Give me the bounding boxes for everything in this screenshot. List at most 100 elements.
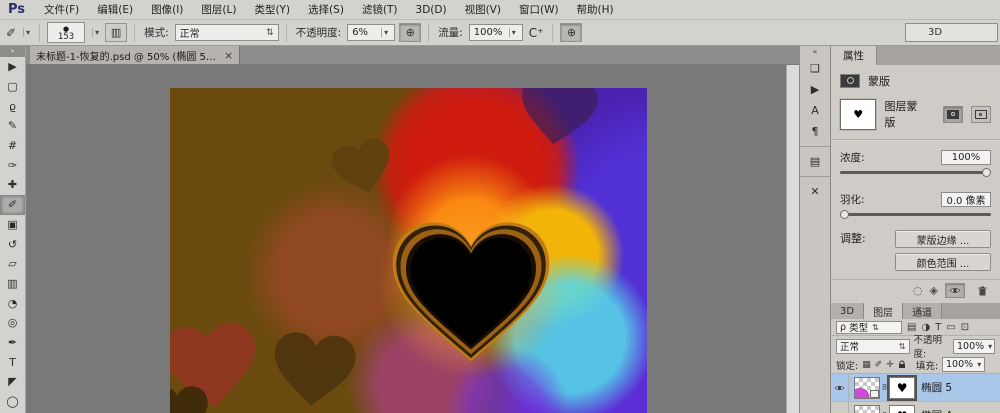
eraser-tool[interactable]: ▱ <box>0 254 25 274</box>
density-slider-knob[interactable] <box>982 168 991 177</box>
layer-mask-thumbnail[interactable]: ♥ <box>889 405 915 413</box>
layer-filter-type-combo[interactable]: ρ 类型 ⇅ <box>836 321 902 334</box>
menu-layer[interactable]: 图层(L) <box>192 2 245 17</box>
pen-tool[interactable]: ✒ <box>0 333 25 353</box>
burn-tool[interactable]: ◎ <box>0 313 25 333</box>
menu-help[interactable]: 帮助(H) <box>568 2 623 17</box>
mask-edge-button[interactable]: 蒙版边缘 ... <box>895 230 991 248</box>
healing-brush-tool[interactable]: ✚ <box>0 175 25 195</box>
toolbar-collapse-button[interactable]: » <box>0 46 25 57</box>
path-selection-tool[interactable]: ◤ <box>0 372 25 392</box>
shape-layer-filter-icon[interactable]: ▭ <box>946 322 955 333</box>
close-tab-icon[interactable]: × <box>224 49 233 62</box>
lasso-tool[interactable]: ϱ <box>0 96 25 116</box>
apply-mask-icon[interactable]: ◈ <box>930 284 938 297</box>
clone-source-panel-icon[interactable]: ▤ <box>800 151 830 172</box>
layer-thumbnail[interactable] <box>854 405 880 413</box>
opacity-combo[interactable]: 6% ▾ <box>347 24 395 41</box>
layer-mask-thumbnail[interactable]: ♥ <box>889 377 915 399</box>
flow-combo[interactable]: 100% ▾ <box>469 24 523 41</box>
tool-presets-panel-icon[interactable]: ✕ <box>800 181 830 202</box>
ellipse-tool[interactable]: ◯ <box>0 392 25 412</box>
canvas-vertical-scrollbar[interactable] <box>786 65 799 413</box>
crop-tool[interactable]: # <box>0 136 25 156</box>
type-layer-filter-icon[interactable]: T <box>935 322 941 333</box>
layer-fill-combo[interactable]: 100% ▾ <box>942 357 985 372</box>
menu-image[interactable]: 图像(I) <box>142 2 192 17</box>
menu-filter[interactable]: 滤镜(T) <box>353 2 407 17</box>
actions-panel-icon[interactable]: ▶ <box>800 79 830 100</box>
clone-stamp-tool[interactable]: ▣ <box>0 215 25 235</box>
dock-expand-button[interactable]: « <box>800 46 830 58</box>
ellipse-shape-preview <box>854 388 869 399</box>
feather-slider[interactable] <box>840 209 991 221</box>
lock-paint-icon[interactable]: ✐ <box>875 360 883 370</box>
lock-all-icon[interactable] <box>898 360 906 369</box>
select-pixel-mask-button[interactable] <box>943 106 963 123</box>
history-brush-tool[interactable]: ↺ <box>0 234 25 254</box>
layer-row-ellipse-4[interactable]: 8 ♥ 椭圆 4 <box>831 402 1000 413</box>
canvas-artwork[interactable] <box>170 88 647 413</box>
menu-3d[interactable]: 3D(D) <box>407 4 456 16</box>
tool-preset-arrow-icon[interactable]: ▾ <box>23 28 32 37</box>
blend-mode-select[interactable]: 正常 ⇅ <box>175 24 279 41</box>
pixel-layer-filter-icon[interactable]: ▤ <box>907 322 916 333</box>
document-tab[interactable]: 未标题-1-恢复的.psd @ 50% (椭圆 5, 图层蒙版/8) * × <box>30 46 240 64</box>
toggle-brush-panel-button[interactable]: ▥ <box>105 23 127 42</box>
eyedropper-tool[interactable]: ✑ <box>0 155 25 175</box>
menu-view[interactable]: 视图(V) <box>456 2 510 17</box>
lock-move-icon[interactable]: ✛ <box>886 360 894 370</box>
layer-mask-thumbnail[interactable]: ♥ <box>840 99 876 130</box>
tab-channels[interactable]: 通道 <box>903 303 942 319</box>
mask-link-icon[interactable]: 8 <box>882 383 887 392</box>
menu-file[interactable]: 文件(F) <box>35 2 88 17</box>
properties-footer: ◌ ◈ <box>831 279 1000 301</box>
character-panel-icon[interactable]: A <box>800 100 830 121</box>
layer-thumbnail[interactable] <box>854 377 880 399</box>
tab-3d[interactable]: 3D <box>831 303 864 319</box>
disable-mask-eye-button[interactable] <box>945 283 965 298</box>
menu-window[interactable]: 窗口(W) <box>510 2 568 17</box>
layer-name[interactable]: 椭圆 4 <box>921 408 952 413</box>
tab-properties[interactable]: 属性 <box>831 46 877 65</box>
type-tool[interactable]: T <box>0 352 25 372</box>
move-tool[interactable]: ▶ <box>0 57 25 77</box>
density-input[interactable]: 100% <box>941 150 991 165</box>
pressure-size-button[interactable]: ⊕ <box>560 23 582 42</box>
panel-group-tabs: 3D 图层 通道 <box>831 303 1000 319</box>
layer-blend-mode-select[interactable]: 正常 ⇅ <box>836 339 910 354</box>
quick-selection-tool[interactable]: ✎ <box>0 116 25 136</box>
pressure-opacity-button[interactable]: ⊕ <box>399 23 421 42</box>
dodge-tool[interactable]: ◔ <box>0 293 25 313</box>
density-slider[interactable] <box>840 167 991 179</box>
brush-tool[interactable]: ✐ <box>0 195 25 215</box>
feather-input[interactable]: 0.0 像素 <box>941 192 991 207</box>
delete-mask-button[interactable] <box>972 283 992 298</box>
load-selection-from-mask-icon[interactable]: ◌ <box>913 284 923 297</box>
brush-size-picker[interactable]: ● 153 <box>47 22 85 43</box>
layer-visibility-toggle[interactable] <box>831 402 849 413</box>
tab-layers[interactable]: 图层 <box>864 303 903 319</box>
layer-visibility-toggle[interactable] <box>831 374 849 401</box>
layer-name[interactable]: 椭圆 5 <box>921 380 952 395</box>
feather-slider-knob[interactable] <box>840 210 849 219</box>
brush-picker-arrow-icon[interactable]: ▾ <box>92 28 101 37</box>
lock-transparency-icon[interactable]: ▦ <box>862 360 871 370</box>
layer-opacity-combo[interactable]: 100% ▾ <box>953 339 995 354</box>
smart-object-filter-icon[interactable]: ⊡ <box>961 322 969 333</box>
brushes-panel-icon[interactable]: ❏ <box>800 58 830 79</box>
brush-tool-icon[interactable]: ✐ <box>6 26 16 40</box>
rectangular-marquee-tool[interactable]: ▢ <box>0 77 25 97</box>
workspace-switcher-button[interactable]: 3D <box>905 23 998 42</box>
filter-kind-label: 类型 <box>849 320 868 334</box>
adjustment-layer-filter-icon[interactable]: ◑ <box>921 322 930 333</box>
menu-edit[interactable]: 编辑(E) <box>88 2 142 17</box>
airbrush-button[interactable]: C⁺ <box>529 26 544 40</box>
layer-row-ellipse-5[interactable]: 8 ♥ 椭圆 5 <box>831 374 1000 402</box>
add-vector-mask-button[interactable] <box>971 106 991 123</box>
color-range-button[interactable]: 颜色范围 ... <box>895 253 991 271</box>
menu-select[interactable]: 选择(S) <box>299 2 353 17</box>
gradient-tool[interactable]: ▥ <box>0 274 25 294</box>
menu-type[interactable]: 类型(Y) <box>245 2 299 17</box>
paragraph-panel-icon[interactable]: ¶ <box>800 121 830 142</box>
